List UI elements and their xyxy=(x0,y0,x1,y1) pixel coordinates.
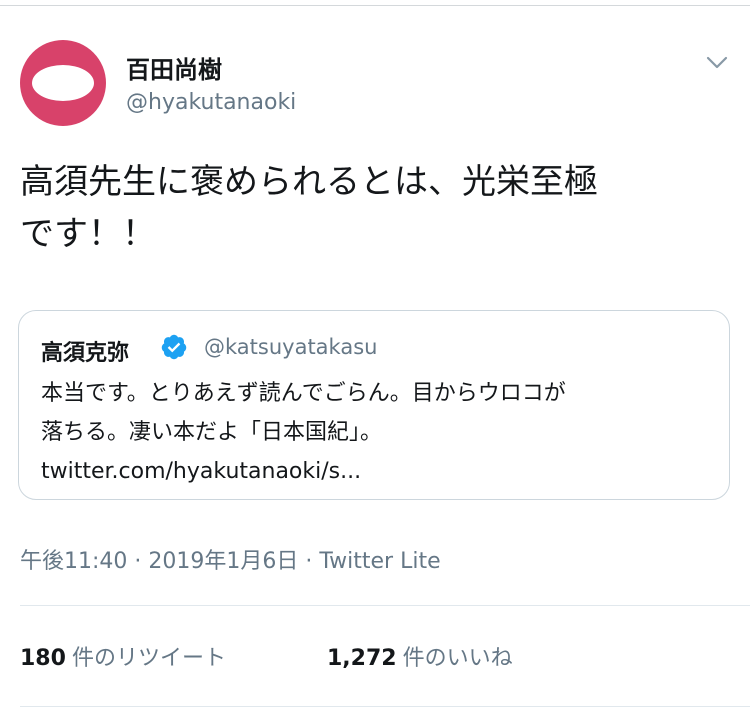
quoted-link[interactable]: twitter.com/hyakutanaoki/s... xyxy=(41,452,711,491)
quoted-handle: @katsuyatakasu xyxy=(204,335,378,359)
quoted-text: 本当です。とりあえず読んでごらん。目からウロコが 落ちる。凄い本だよ「日本国紀」… xyxy=(41,374,711,491)
quoted-text-line: 本当です。とりあえず読んでごらん。目からウロコが xyxy=(41,381,566,406)
likes-label: 件のいいね xyxy=(402,646,513,671)
avatar-egg-shape xyxy=(32,65,94,101)
retweets-count: 180 xyxy=(20,646,66,671)
author-handle[interactable]: @hyakutanaoki xyxy=(126,90,296,115)
retweets-label: 件のリツイート xyxy=(71,646,226,671)
avatar[interactable] xyxy=(20,40,106,126)
quoted-text-line: 落ちる。凄い本だよ「日本国紀」。 xyxy=(41,420,383,445)
author-display-name[interactable]: 百田尚樹 xyxy=(126,50,222,85)
likes-stat[interactable]: 1,272 件のいいね xyxy=(327,640,513,672)
divider xyxy=(20,706,750,707)
divider xyxy=(20,605,750,606)
tweet-text-line: です！！ xyxy=(20,214,156,254)
quoted-tweet-card[interactable]: 高須克弥 @katsuyatakasu 本当です。とりあえず読んでごらん。目から… xyxy=(18,310,730,500)
verified-badge-icon xyxy=(161,334,187,360)
tweet-text-line: 高須先生に褒められるとは、光栄至極 xyxy=(20,162,598,202)
quoted-display-name: 高須克弥 xyxy=(41,341,130,366)
top-divider xyxy=(0,5,750,6)
chevron-down-icon[interactable] xyxy=(704,52,730,72)
tweet-text: 高須先生に褒められるとは、光栄至極 です！！ xyxy=(20,156,740,260)
retweets-stat[interactable]: 180 件のリツイート xyxy=(20,640,226,672)
tweet-meta-timestamp: 午後11:40 · 2019年1月6日 · Twitter Lite xyxy=(20,549,441,574)
likes-count: 1,272 xyxy=(327,646,397,671)
